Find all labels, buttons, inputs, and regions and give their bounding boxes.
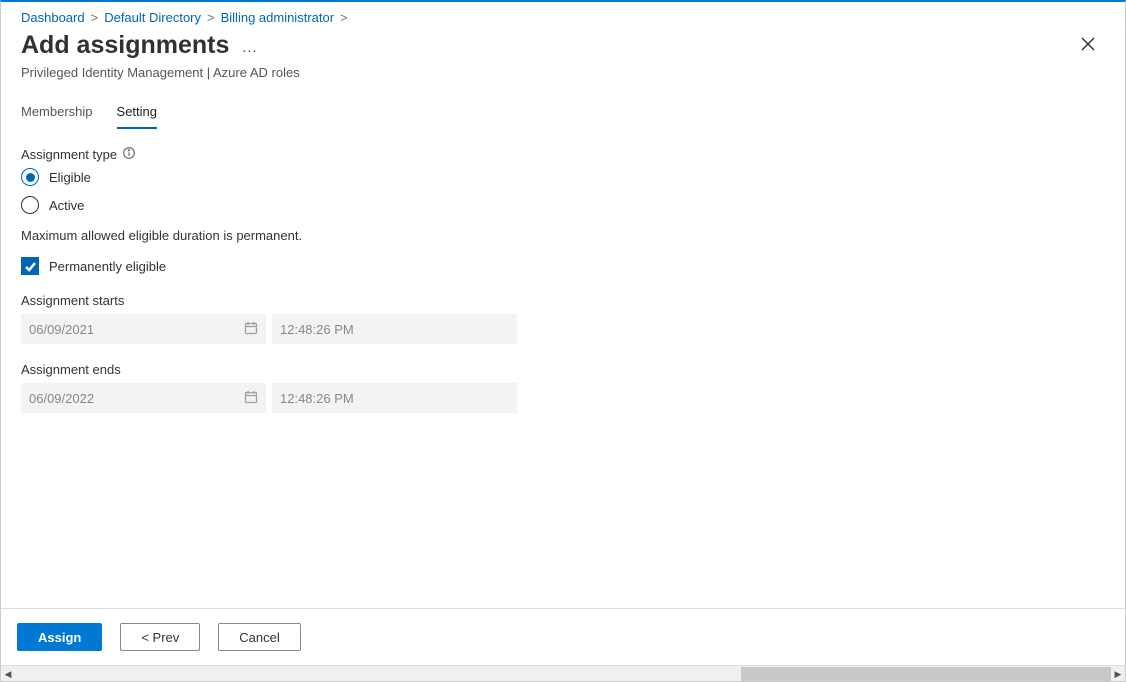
assign-button[interactable]: Assign	[17, 623, 102, 651]
footer-bar: Assign < Prev Cancel	[1, 608, 1125, 665]
breadcrumb: Dashboard > Default Directory > Billing …	[1, 2, 1125, 25]
assignment-type-label: Assignment type	[21, 147, 117, 162]
calendar-icon	[244, 321, 258, 338]
checkbox-icon	[21, 257, 39, 275]
radio-eligible-label: Eligible	[49, 170, 91, 185]
scroll-right-icon[interactable]: ▶	[1111, 667, 1125, 681]
assignment-starts-label: Assignment starts	[21, 293, 1105, 308]
calendar-icon	[244, 390, 258, 407]
more-actions-icon[interactable]: …	[241, 31, 257, 65]
tabs: Membership Setting	[1, 98, 1125, 129]
page-title: Add assignments	[21, 31, 229, 60]
end-time-value: 12:48:26 PM	[280, 391, 354, 406]
scroll-thumb[interactable]	[741, 667, 1111, 681]
horizontal-scrollbar[interactable]: ◀ ▶	[1, 665, 1125, 681]
start-time-value: 12:48:26 PM	[280, 322, 354, 337]
scroll-left-icon[interactable]: ◀	[1, 667, 15, 681]
tab-setting[interactable]: Setting	[117, 98, 157, 129]
chevron-right-icon: >	[91, 10, 99, 25]
cancel-button[interactable]: Cancel	[218, 623, 300, 651]
breadcrumb-billing-administrator[interactable]: Billing administrator	[221, 10, 334, 25]
chevron-right-icon: >	[207, 10, 215, 25]
end-date-input: 06/09/2022	[21, 383, 266, 413]
radio-icon	[21, 196, 39, 214]
end-time-input: 12:48:26 PM	[272, 383, 517, 413]
start-date-value: 06/09/2021	[29, 322, 94, 337]
start-date-input: 06/09/2021	[21, 314, 266, 344]
chevron-right-icon: >	[340, 10, 348, 25]
duration-helper-text: Maximum allowed eligible duration is per…	[21, 228, 1105, 243]
page-subtitle: Privileged Identity Management | Azure A…	[1, 65, 1125, 80]
breadcrumb-dashboard[interactable]: Dashboard	[21, 10, 85, 25]
radio-eligible[interactable]: Eligible	[21, 168, 1105, 186]
radio-icon	[21, 168, 39, 186]
assignment-ends-label: Assignment ends	[21, 362, 1105, 377]
info-icon[interactable]	[123, 147, 135, 162]
radio-active[interactable]: Active	[21, 196, 1105, 214]
breadcrumb-default-directory[interactable]: Default Directory	[104, 10, 201, 25]
radio-active-label: Active	[49, 198, 84, 213]
end-date-value: 06/09/2022	[29, 391, 94, 406]
tab-membership[interactable]: Membership	[21, 98, 93, 129]
start-time-input: 12:48:26 PM	[272, 314, 517, 344]
close-button[interactable]	[1071, 31, 1105, 62]
prev-button[interactable]: < Prev	[120, 623, 200, 651]
checkbox-permanently-eligible[interactable]: Permanently eligible	[21, 257, 1105, 275]
permanently-eligible-label: Permanently eligible	[49, 259, 166, 274]
